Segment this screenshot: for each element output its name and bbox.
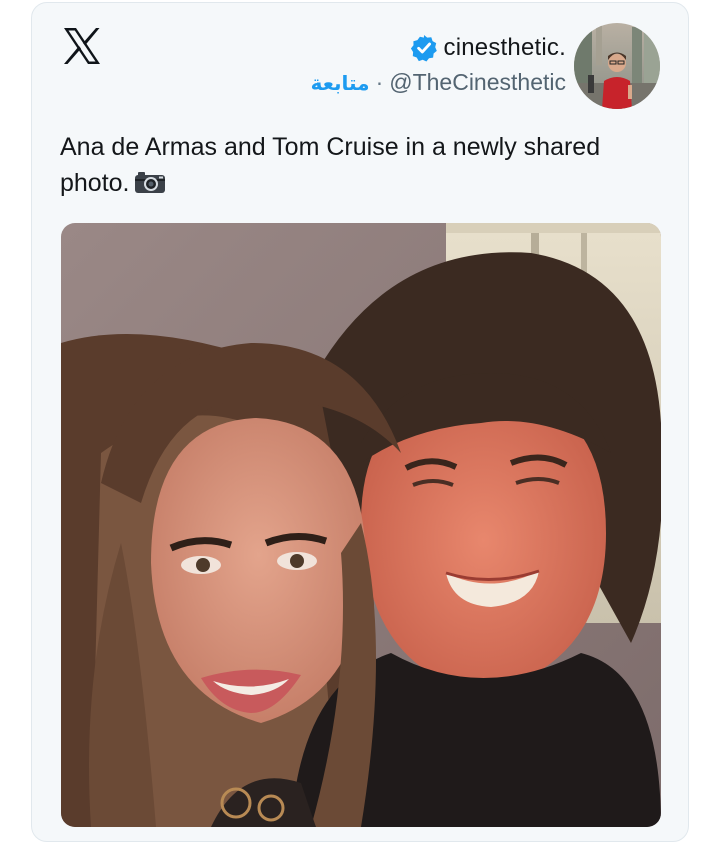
camera-emoji-icon: [134, 172, 165, 193]
user-handle[interactable]: @TheCinesthetic: [389, 69, 566, 96]
tweet-card[interactable]: cinesthetic. متابعة · @TheCinesthetic An…: [31, 2, 689, 842]
separator-dot: ·: [375, 69, 384, 95]
x-logo-icon[interactable]: [62, 27, 102, 65]
display-name[interactable]: cinesthetic.: [444, 34, 566, 62]
tweet-text: Ana de Armas and Tom Cruise in a newly s…: [60, 129, 660, 201]
name-row: cinesthetic.: [311, 31, 566, 65]
avatar[interactable]: [574, 23, 660, 109]
follow-link[interactable]: متابعة: [311, 71, 370, 95]
verified-badge-icon: [410, 35, 437, 62]
tweet-photo[interactable]: [61, 223, 661, 827]
photo-image: [61, 223, 661, 827]
handle-row: متابعة · @TheCinesthetic: [311, 69, 566, 96]
avatar-image: [574, 23, 660, 109]
user-info: cinesthetic. متابعة · @TheCinesthetic: [311, 31, 566, 96]
